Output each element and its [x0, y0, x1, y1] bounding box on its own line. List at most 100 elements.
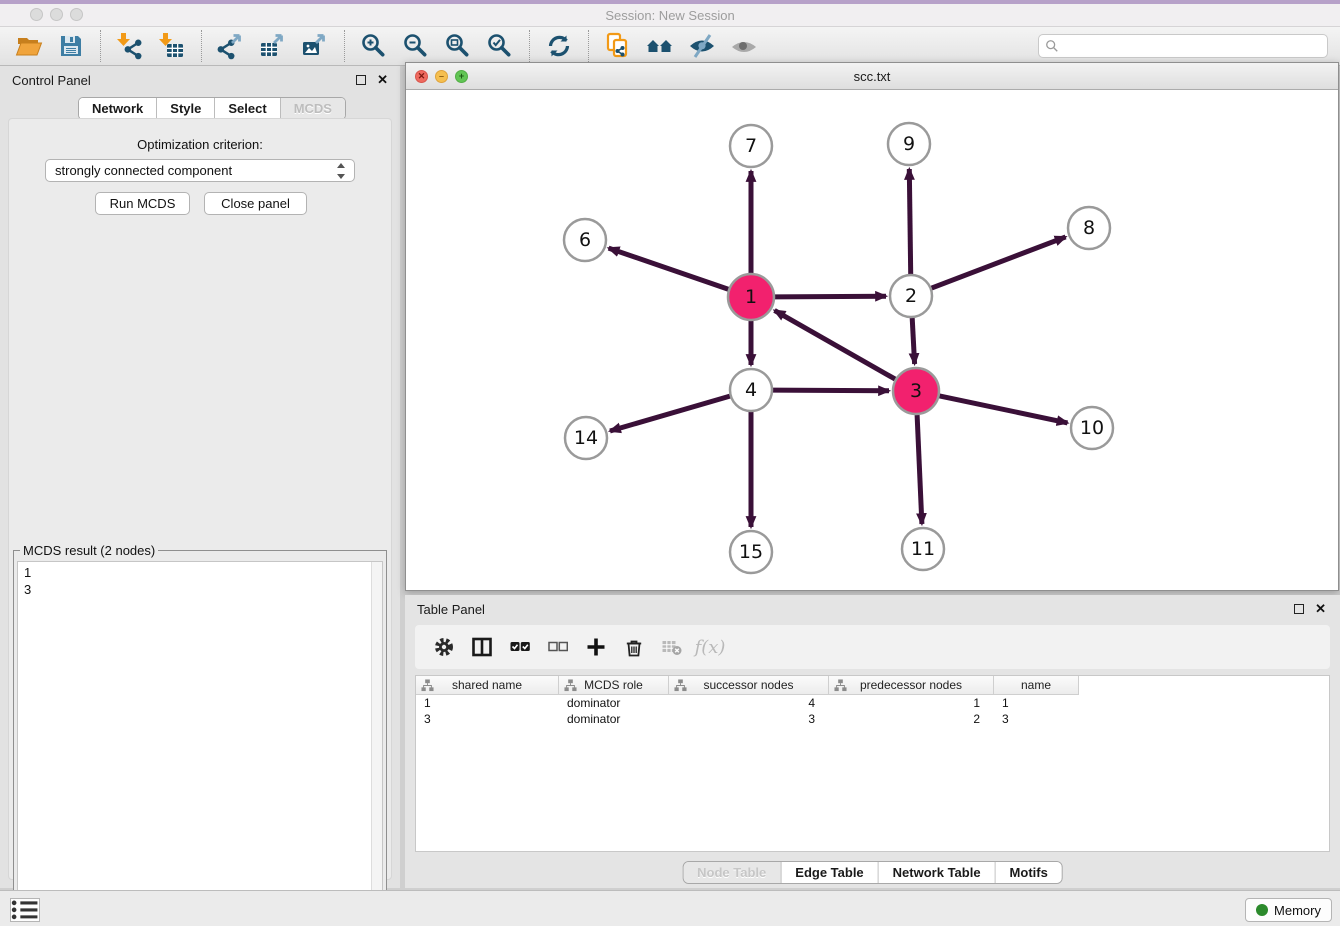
zoom-fit-button[interactable] — [440, 29, 476, 63]
close-table-panel-icon[interactable]: ✕ — [1315, 601, 1326, 617]
graph-edge-2-9[interactable] — [909, 169, 910, 274]
column-header-label: successor nodes — [703, 678, 793, 692]
table-row[interactable]: 1dominator411 — [416, 695, 1329, 711]
network-frame-titlebar[interactable]: ✕ – + scc.txt — [406, 63, 1338, 90]
memory-button[interactable]: Memory — [1245, 898, 1332, 922]
graph-node-2[interactable]: 2 — [890, 275, 932, 317]
tab-edge-table[interactable]: Edge Table — [781, 862, 878, 883]
duplicate-network-icon — [604, 32, 632, 60]
graph-edge-2-8[interactable] — [932, 237, 1066, 288]
graph-edge-3-10[interactable] — [940, 396, 1068, 423]
graph-edge-4-3[interactable] — [773, 390, 889, 391]
run-mcds-button[interactable]: Run MCDS — [95, 192, 190, 215]
table-header-row: shared nameMCDS role successor nodes prede… — [416, 676, 1329, 695]
import-network-button[interactable] — [112, 29, 148, 63]
deselect-all-rows-icon — [548, 637, 568, 657]
column-header-name[interactable]: name — [994, 676, 1079, 695]
close-panel-icon[interactable]: ✕ — [377, 72, 388, 88]
tab-mcds[interactable]: MCDS — [281, 98, 345, 119]
refresh-network-button[interactable] — [541, 29, 577, 63]
add-column-button[interactable] — [579, 632, 613, 662]
column-header-predecessor-nodes[interactable]: predecessor nodes — [829, 676, 994, 695]
graph-edge-1-6[interactable] — [609, 248, 729, 289]
delete-column-icon — [624, 637, 644, 657]
duplicate-network-button[interactable] — [600, 29, 636, 63]
result-scrollbar[interactable] — [371, 562, 382, 916]
tab-select[interactable]: Select — [215, 98, 280, 119]
table-cell[interactable]: 3 — [416, 711, 559, 727]
graph-node-14[interactable]: 14 — [565, 417, 607, 459]
task-history-button[interactable] — [10, 898, 40, 922]
zoom-out-button[interactable] — [398, 29, 434, 63]
show-columns-button[interactable] — [465, 632, 499, 662]
graph-node-8[interactable]: 8 — [1068, 207, 1110, 249]
float-table-panel-icon[interactable] — [1294, 604, 1304, 614]
control-panel-title: Control Panel — [12, 73, 91, 88]
tree-icon — [564, 679, 577, 692]
graph-node-4[interactable]: 4 — [730, 369, 772, 411]
tab-style[interactable]: Style — [157, 98, 215, 119]
table-cell[interactable]: 4 — [669, 695, 829, 711]
graph-node-10[interactable]: 10 — [1071, 407, 1113, 449]
zoom-selected-button[interactable] — [482, 29, 518, 63]
first-neighbors-button[interactable] — [642, 29, 678, 63]
graph-node-3[interactable]: 3 — [893, 368, 939, 414]
graph-node-1[interactable]: 1 — [728, 274, 774, 320]
table-cell[interactable]: 1 — [829, 695, 994, 711]
table-cell[interactable]: 1 — [994, 695, 1079, 711]
criterion-select[interactable]: strongly connected component — [45, 159, 355, 182]
tree-icon — [674, 679, 687, 692]
open-session-button[interactable] — [11, 29, 47, 63]
first-neighbors-icon — [646, 32, 674, 60]
network-frame-title: scc.txt — [406, 69, 1338, 84]
import-table-button[interactable] — [154, 29, 190, 63]
deselect-all-rows-button[interactable] — [541, 632, 575, 662]
tab-network[interactable]: Network — [79, 98, 157, 119]
column-header-successor-nodes[interactable]: successor nodes — [669, 676, 829, 695]
mcds-result-text[interactable]: 13 — [17, 561, 383, 917]
export-table-button[interactable] — [255, 29, 291, 63]
table-row[interactable]: 3dominator323 — [416, 711, 1329, 727]
graph-node-6[interactable]: 6 — [564, 219, 606, 261]
save-session-button[interactable] — [53, 29, 89, 63]
table-cell[interactable]: 2 — [829, 711, 994, 727]
table-settings-button[interactable] — [427, 632, 461, 662]
table-cell[interactable]: dominator — [559, 695, 669, 711]
zoom-in-button[interactable] — [356, 29, 392, 63]
window-title: Session: New Session — [0, 8, 1340, 23]
graph-node-15[interactable]: 15 — [730, 531, 772, 573]
node-label: 6 — [579, 229, 591, 251]
graph-edge-1-2[interactable] — [775, 296, 886, 297]
export-image-icon — [301, 32, 329, 60]
table-cell[interactable]: 3 — [994, 711, 1079, 727]
select-all-rows-button[interactable] — [503, 632, 537, 662]
export-network-button[interactable] — [213, 29, 249, 63]
table-cell[interactable]: 1 — [416, 695, 559, 711]
graph-edge-4-14[interactable] — [610, 396, 730, 431]
graph-node-7[interactable]: 7 — [730, 125, 772, 167]
network-canvas[interactable]: 1 2 3 4 6 7 8 9 10 11 14 15 — [406, 90, 1338, 590]
tab-motifs[interactable]: Motifs — [996, 862, 1062, 883]
search-input[interactable] — [1059, 36, 1327, 56]
table-cell[interactable]: dominator — [559, 711, 669, 727]
column-header-MCDS-role[interactable]: MCDS role — [559, 676, 669, 695]
toolbar-separator — [588, 30, 589, 62]
show-all-button[interactable] — [726, 29, 762, 63]
column-header-shared-name[interactable]: shared name — [416, 676, 559, 695]
graph-edge-3-11[interactable] — [917, 415, 922, 524]
search-box[interactable] — [1038, 34, 1328, 58]
delete-column-button[interactable] — [617, 632, 651, 662]
table-cell[interactable]: 3 — [669, 711, 829, 727]
float-panel-icon[interactable] — [356, 75, 366, 85]
graph-node-9[interactable]: 9 — [888, 123, 930, 165]
hide-selected-button[interactable] — [684, 29, 720, 63]
graph-edge-2-3[interactable] — [912, 318, 914, 364]
tab-node-table[interactable]: Node Table — [683, 862, 781, 883]
export-network-icon — [217, 32, 245, 60]
tab-network-table[interactable]: Network Table — [879, 862, 996, 883]
graph-node-11[interactable]: 11 — [902, 528, 944, 570]
export-image-button[interactable] — [297, 29, 333, 63]
graph-edge-3-1[interactable] — [775, 310, 896, 379]
close-panel-button[interactable]: Close panel — [204, 192, 307, 215]
table-tabs: Node TableEdge TableNetwork TableMotifs — [682, 861, 1063, 884]
